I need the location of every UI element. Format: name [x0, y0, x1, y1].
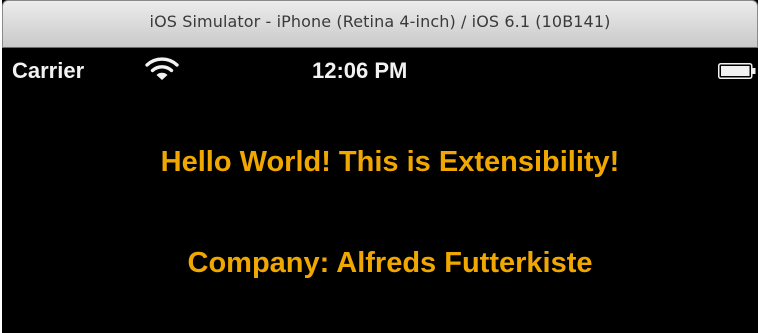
simulator-window: iOS Simulator - iPhone (Retina 4-inch) /…	[2, 0, 758, 333]
company-label: Company: Alfreds Futterkiste	[187, 247, 593, 279]
battery-full-icon	[718, 63, 756, 79]
carrier-label: Carrier	[12, 58, 85, 83]
wifi-icon	[145, 57, 179, 80]
app-content: Hello World! This is Extensibility! Comp…	[2, 94, 758, 333]
greeting-label: Hello World! This is Extensibility!	[160, 146, 620, 178]
status-time: 12:06 PM	[312, 58, 408, 83]
ios-status-bar: Carrier 12:06 PM	[2, 48, 758, 94]
window-title: iOS Simulator - iPhone (Retina 4-inch) /…	[149, 11, 611, 31]
window-titlebar[interactable]: iOS Simulator - iPhone (Retina 4-inch) /…	[2, 0, 758, 48]
